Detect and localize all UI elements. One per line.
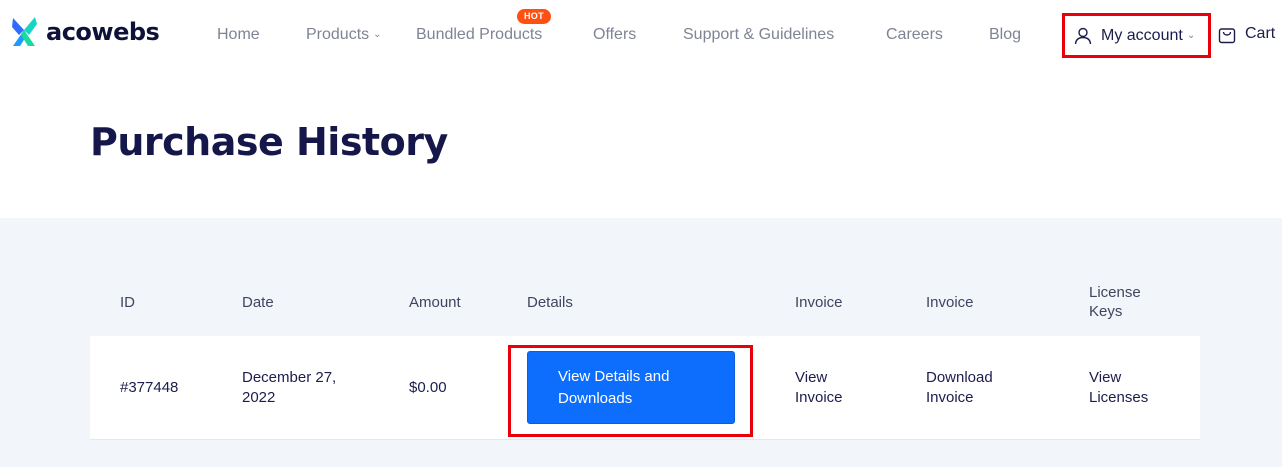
nav-products-label: Products: [306, 26, 370, 44]
view-details-button[interactable]: View Details and Downloads: [527, 351, 735, 424]
nav-products[interactable]: Products ⌄: [306, 25, 382, 45]
column-header-id: ID: [120, 294, 135, 311]
column-header-license-keys: License Keys: [1089, 284, 1141, 320]
chevron-down-icon: ⌄: [1186, 30, 1196, 41]
nav-blog[interactable]: Blog: [989, 25, 1021, 45]
column-header-details: Details: [527, 294, 573, 311]
column-header-invoice-download: Invoice: [926, 294, 974, 311]
my-account-label: My account: [1101, 26, 1183, 44]
brand-name: acowebs: [46, 18, 160, 46]
shopping-bag-icon: [1218, 28, 1236, 44]
order-id: #377448: [120, 379, 179, 396]
cart-label: Cart: [1245, 25, 1276, 42]
chevron-down-icon: ⌄: [373, 29, 382, 40]
download-invoice-link[interactable]: Download Invoice: [926, 368, 1016, 408]
nav-home[interactable]: Home: [217, 25, 260, 45]
my-account-menu[interactable]: My account ⌄: [1062, 13, 1211, 58]
user-icon: [1074, 27, 1092, 44]
nav-bundled-products[interactable]: Bundled Products: [416, 25, 542, 45]
column-header-invoice-view: Invoice: [795, 294, 843, 311]
nav-support[interactable]: Support & Guidelines: [683, 25, 834, 45]
brand-logo[interactable]: acowebs: [10, 15, 160, 49]
column-header-amount: Amount: [409, 294, 461, 311]
hot-badge: HOT: [517, 9, 551, 24]
view-invoice-link[interactable]: View Invoice: [795, 368, 865, 408]
site-header: acowebs Home Products ⌄ HOT Bundled Produ…: [0, 0, 1282, 70]
cart-link[interactable]: Cart: [1218, 24, 1275, 44]
order-date: December 27, 2022: [242, 369, 337, 406]
acowebs-logo-icon: [12, 17, 37, 46]
nav-careers[interactable]: Careers: [886, 25, 943, 45]
view-licenses-link[interactable]: View Licenses: [1089, 368, 1169, 408]
column-header-date: Date: [242, 294, 274, 311]
nav-offers[interactable]: Offers: [593, 25, 636, 45]
page-title: Purchase History: [90, 120, 448, 164]
order-amount: $0.00: [409, 379, 447, 396]
